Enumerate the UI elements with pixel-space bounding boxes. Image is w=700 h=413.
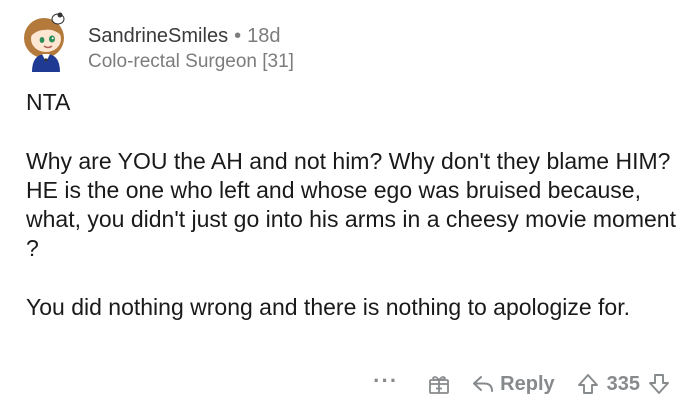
reply-button[interactable]: Reply [472,372,555,396]
user-flair: Colo-rectal Surgeon [31] [88,51,294,72]
comment-body: NTA Why are YOU the AH and not him? Why … [26,88,676,322]
gift-award-icon [429,376,450,394]
comment-actions: ··· Reply 335 [351,368,670,400]
meta-line: SandrineSmiles • 18d [88,24,294,48]
award-button[interactable] [428,373,450,395]
more-options-icon: ··· [373,368,399,393]
vote-controls: 335 [577,373,670,396]
comment-age: 18d [247,25,281,47]
snoo-avatar-icon [24,12,65,72]
username-link[interactable]: SandrineSmiles [88,24,228,48]
more-options-button[interactable]: ··· [373,368,398,394]
comment-paragraph: Why are YOU the AH and not him? Why don'… [26,148,676,261]
vote-count: 335 [606,372,640,395]
meta-separator: • [234,25,242,47]
reply-label: Reply [500,372,555,395]
avatar[interactable] [18,10,74,72]
upvote-arrow-icon[interactable] [577,373,599,395]
comment-paragraph: You did nothing wrong and there is nothi… [26,294,630,320]
comment-paragraph: NTA [26,89,71,115]
comment: SandrineSmiles • 18d Colo-rectal Surgeon… [0,0,700,413]
comment-meta: SandrineSmiles • 18d Colo-rectal Surgeon… [88,24,294,74]
comment-header: SandrineSmiles • 18d Colo-rectal Surgeon… [18,10,294,80]
reply-arrow-icon [473,376,494,392]
downvote-arrow-icon[interactable] [648,373,670,395]
